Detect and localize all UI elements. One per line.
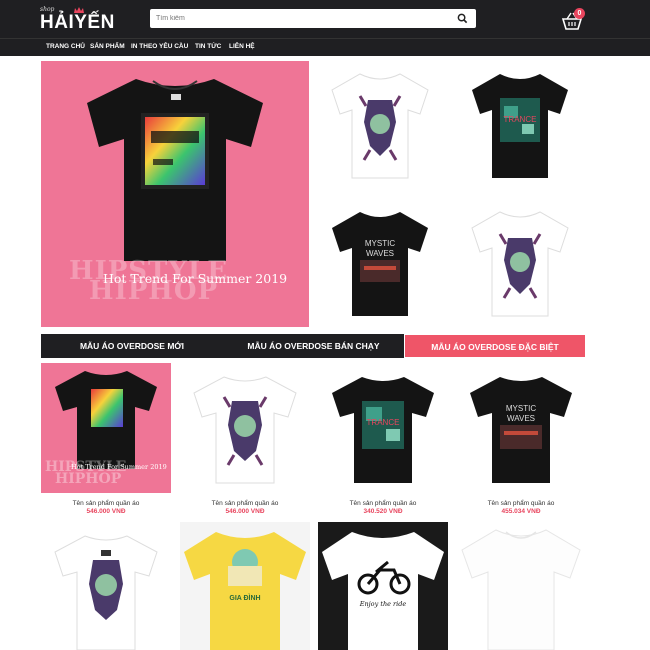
featured-thumb-black-trance[interactable]: TRANCE [460,66,580,186]
white-tshirt-image [471,211,569,317]
site-header: shop HẢIYẾN 0 [0,0,650,38]
search-input[interactable] [156,11,446,26]
shirt-print-mystic: MYSTIC [365,239,395,248]
card-caption: Hot Trend For Summer 2019 [71,463,167,471]
featured-thumb-white-1[interactable] [320,66,440,186]
shirt-print-mystic: MYSTIC [506,404,536,413]
cart-button[interactable]: 0 [561,7,587,31]
shirt-print-ride: Enjoy the ride [359,600,407,608]
product-image-bottom-1[interactable] [41,522,171,650]
nav-item-home[interactable]: TRANG CHỦ [46,43,85,50]
product-tabs: MẪU ÁO OVERDOSE MỚI MẪU ÁO OVERDOSE BÁN … [41,334,586,358]
product-image-bottom-4[interactable] [456,522,586,650]
product-price: 546.000 VNĐ [225,508,265,515]
product-image: TRANCE [318,363,448,493]
yellow-tshirt-image: GIA ĐÌNH [184,532,306,650]
black-tshirt-image: MYSTIC WAVES [470,377,572,483]
search-icon[interactable] [457,13,468,24]
shirt-print-gia-dinh: GIA ĐÌNH [229,593,260,602]
featured-thumb-white-2[interactable] [460,204,580,324]
black-tshirt-image: MYSTIC WAVES [332,212,428,316]
cart-count-badge: 0 [574,8,585,19]
white-tshirt-image [193,376,297,484]
product-image: HIPSTYLE HIPHOP Hot Trend For Summer 201… [41,363,171,493]
shirt-print-waves: WAVES [366,249,394,258]
black-tshirt-image: TRANCE [332,377,434,483]
product-price: 340.520 VNĐ [363,508,403,515]
nav-item-products[interactable]: SẢN PHẨM [90,43,125,50]
product-image-bottom-2[interactable]: GIA ĐÌNH [180,522,310,650]
nav-item-news[interactable]: TIN TỨC [195,43,221,50]
search-box [150,9,476,28]
card-watermark-bottom: HIPHOP [55,471,122,487]
product-image-bottom-3[interactable]: Enjoy the ride [318,522,448,650]
shop-logo[interactable]: shop HẢIYẾN [40,6,120,34]
black-tshirt-image: TRANCE [472,74,568,178]
product-image: MYSTIC WAVES [456,363,586,493]
shirt-print-trance: TRANCE [504,115,537,124]
product-name[interactable]: Tên sản phẩm quần áo [456,500,586,507]
product-price: 455.034 VNĐ [501,508,541,515]
shirt-print-trance: TRANCE [367,418,400,427]
white-tshirt-image [54,535,158,650]
white-tshirt-image [331,73,429,179]
featured-thumb-black-mystic[interactable]: MYSTIC WAVES [320,204,440,324]
logo-text: HẢIYẾN [40,12,115,33]
white-tshirt-motorbike-image: Enjoy the ride [322,532,444,650]
main-nav: TRANG CHỦ SẢN PHẨM IN THEO YÊU CẦU TIN T… [0,38,650,56]
product-name[interactable]: Tên sản phẩm quần áo [318,500,448,507]
hero-caption: Hot Trend For Summer 2019 [103,271,288,286]
hero-tshirt-image [87,79,263,261]
product-price: 546.000 VNĐ [86,508,126,515]
product-name[interactable]: Tên sản phẩm quần áo [41,500,171,507]
product-image [180,363,310,493]
hero-banner[interactable]: HIPSTYLE HIPHOP Hot Trend For Summer 201… [41,61,309,327]
tab-new-overdose[interactable]: MẪU ÁO OVERDOSE MỚI [41,334,223,358]
plain-white-tshirt-image [461,529,581,650]
product-name[interactable]: Tên sản phẩm quần áo [180,500,310,507]
nav-item-contact[interactable]: LIÊN HỆ [229,43,255,50]
shirt-print-waves: WAVES [507,414,535,423]
tab-bestseller-overdose[interactable]: MẪU ÁO OVERDOSE BÁN CHẠY [223,334,404,358]
tab-special-overdose[interactable]: MẪU ÁO OVERDOSE ĐẶC BIỆT [404,334,586,358]
nav-item-custom-print[interactable]: IN THEO YÊU CẦU [131,43,188,50]
